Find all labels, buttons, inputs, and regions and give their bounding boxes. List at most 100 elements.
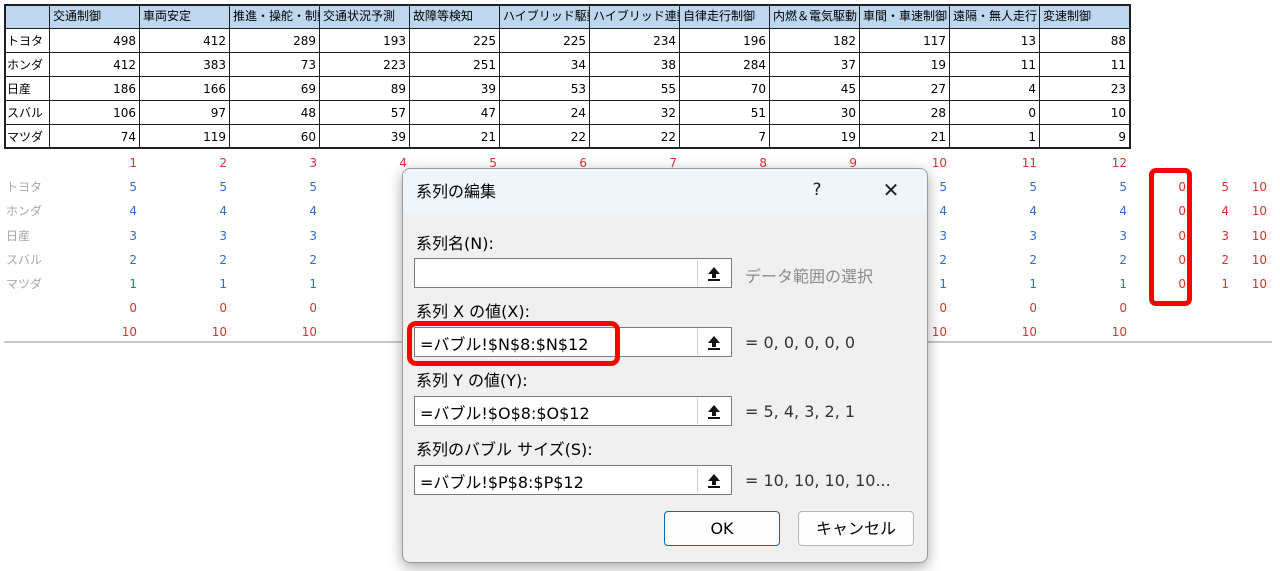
table-cell[interactable]: 119 bbox=[140, 125, 230, 149]
collapse-dialog-button[interactable] bbox=[697, 329, 730, 355]
table-cell[interactable]: 225 bbox=[500, 29, 590, 53]
column-header[interactable]: 車間・車速制御 bbox=[860, 4, 950, 29]
column-header[interactable]: 遠隔・無人走行 bbox=[950, 4, 1040, 29]
table-cell[interactable]: 28 bbox=[860, 101, 950, 125]
table-cell[interactable]: 10 bbox=[1040, 101, 1130, 125]
table-cell[interactable]: 0 bbox=[950, 101, 1040, 125]
table-cell[interactable]: 88 bbox=[1040, 29, 1130, 53]
table-cell[interactable]: 38 bbox=[590, 53, 680, 77]
table-cell[interactable]: 69 bbox=[230, 77, 320, 101]
series-y-field[interactable] bbox=[414, 396, 732, 427]
table-cell[interactable]: 186 bbox=[50, 77, 140, 101]
table-cell[interactable]: 57 bbox=[320, 101, 410, 125]
table-cell[interactable]: 225 bbox=[410, 29, 500, 53]
row-label[interactable]: 日産 bbox=[4, 77, 50, 101]
table-cell[interactable]: 223 bbox=[320, 53, 410, 77]
table-cell[interactable]: 60 bbox=[230, 125, 320, 149]
table-cell[interactable]: 284 bbox=[680, 53, 770, 77]
table-cell[interactable]: 24 bbox=[500, 101, 590, 125]
column-header[interactable]: 内燃＆電気駆動 bbox=[770, 4, 860, 29]
column-header[interactable]: ハイブリッド連動 bbox=[590, 4, 680, 29]
column-header[interactable]: ハイブリッド駆動 bbox=[500, 4, 590, 29]
table-cell[interactable]: 51 bbox=[680, 101, 770, 125]
table-cell[interactable]: 166 bbox=[140, 77, 230, 101]
table-cell[interactable]: 45 bbox=[770, 77, 860, 101]
table-cell[interactable]: 55 bbox=[590, 77, 680, 101]
series-y-input[interactable] bbox=[415, 397, 702, 427]
xyz-value-y: 5 bbox=[1221, 180, 1229, 195]
table-cell[interactable]: 251 bbox=[410, 53, 500, 77]
table-cell[interactable]: 37 bbox=[770, 53, 860, 77]
collapse-dialog-button[interactable] bbox=[697, 398, 730, 424]
dialog-titlebar[interactable]: 系列の編集 ? ✕ bbox=[403, 169, 927, 213]
table-cell[interactable]: 9 bbox=[1040, 125, 1130, 149]
table-cell[interactable]: 30 bbox=[770, 101, 860, 125]
help-button[interactable]: ? bbox=[801, 175, 833, 205]
table-cell[interactable]: 383 bbox=[140, 53, 230, 77]
table-cell[interactable]: 13 bbox=[950, 29, 1040, 53]
table-cell[interactable]: 47 bbox=[410, 101, 500, 125]
column-header[interactable]: 故障等検知 bbox=[410, 4, 500, 29]
table-cell[interactable]: 22 bbox=[500, 125, 590, 149]
column-header[interactable]: 推進・操舵・制動 bbox=[230, 4, 320, 29]
xyz-value-size: 10 bbox=[1251, 277, 1267, 291]
row-label[interactable]: トヨタ bbox=[4, 29, 50, 53]
series-x-field[interactable] bbox=[414, 327, 732, 358]
table-cell[interactable]: 53 bbox=[500, 77, 590, 101]
table-cell[interactable]: 19 bbox=[770, 125, 860, 149]
series-size-field[interactable] bbox=[414, 465, 732, 496]
table-cell[interactable]: 412 bbox=[140, 29, 230, 53]
series-name-input[interactable] bbox=[415, 259, 702, 289]
header-corner[interactable] bbox=[4, 4, 50, 29]
table-cell[interactable]: 498 bbox=[50, 29, 140, 53]
table-cell[interactable]: 48 bbox=[230, 101, 320, 125]
table-cell[interactable]: 34 bbox=[500, 53, 590, 77]
grid-value: 2 bbox=[1119, 252, 1127, 267]
column-header[interactable]: 交通制御 bbox=[50, 4, 140, 29]
table-cell[interactable]: 23 bbox=[1040, 77, 1130, 101]
table-cell[interactable]: 21 bbox=[410, 125, 500, 149]
cancel-button[interactable]: キャンセル bbox=[798, 511, 914, 546]
table-cell[interactable]: 182 bbox=[770, 29, 860, 53]
table-cell[interactable]: 234 bbox=[590, 29, 680, 53]
series-size-input[interactable] bbox=[415, 466, 702, 496]
table-cell[interactable]: 412 bbox=[50, 53, 140, 77]
table-cell[interactable]: 11 bbox=[950, 53, 1040, 77]
table-cell[interactable]: 39 bbox=[320, 125, 410, 149]
table-cell[interactable]: 39 bbox=[410, 77, 500, 101]
grid-value: 3 bbox=[1119, 228, 1127, 243]
table-cell[interactable]: 4 bbox=[950, 77, 1040, 101]
table-cell[interactable]: 106 bbox=[50, 101, 140, 125]
row-label[interactable]: マツダ bbox=[4, 125, 50, 149]
table-cell[interactable]: 97 bbox=[140, 101, 230, 125]
table-cell[interactable]: 196 bbox=[680, 29, 770, 53]
table-cell[interactable]: 1 bbox=[950, 125, 1040, 149]
column-header[interactable]: 交通状況予測 bbox=[320, 4, 410, 29]
table-cell[interactable]: 7 bbox=[680, 125, 770, 149]
series-x-input[interactable] bbox=[415, 328, 702, 358]
table-cell[interactable]: 89 bbox=[320, 77, 410, 101]
close-button[interactable]: ✕ bbox=[873, 175, 909, 205]
column-header[interactable]: 車両安定 bbox=[140, 4, 230, 29]
ok-button[interactable]: OK bbox=[664, 511, 780, 546]
table-cell[interactable]: 73 bbox=[230, 53, 320, 77]
table-cell[interactable]: 289 bbox=[230, 29, 320, 53]
column-header[interactable]: 変速制御 bbox=[1040, 4, 1130, 29]
edit-series-dialog[interactable]: 系列の編集 ? ✕ 系列名(N): データ範囲の選択 系列 X の値(X): =… bbox=[402, 168, 928, 563]
collapse-dialog-button[interactable] bbox=[697, 260, 730, 286]
table-cell[interactable]: 22 bbox=[590, 125, 680, 149]
table-cell[interactable]: 21 bbox=[860, 125, 950, 149]
collapse-dialog-button[interactable] bbox=[697, 467, 730, 493]
series-name-field[interactable] bbox=[414, 258, 732, 289]
table-cell[interactable]: 117 bbox=[860, 29, 950, 53]
table-cell[interactable]: 32 bbox=[590, 101, 680, 125]
row-label[interactable]: ホンダ bbox=[4, 53, 50, 77]
column-header[interactable]: 自律走行制御 bbox=[680, 4, 770, 29]
table-cell[interactable]: 74 bbox=[50, 125, 140, 149]
row-label[interactable]: スバル bbox=[4, 101, 50, 125]
table-cell[interactable]: 193 bbox=[320, 29, 410, 53]
table-cell[interactable]: 70 bbox=[680, 77, 770, 101]
table-cell[interactable]: 11 bbox=[1040, 53, 1130, 77]
table-cell[interactable]: 19 bbox=[860, 53, 950, 77]
table-cell[interactable]: 27 bbox=[860, 77, 950, 101]
